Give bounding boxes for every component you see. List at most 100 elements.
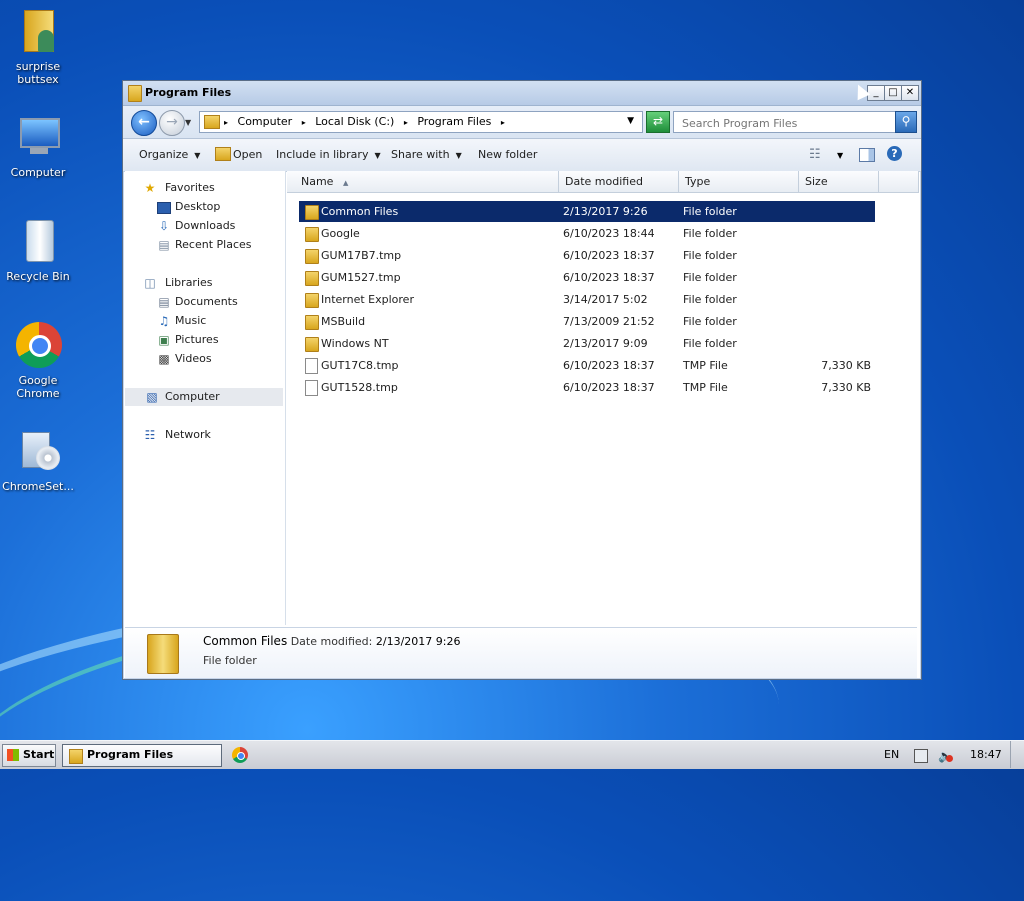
taskbar-item-program-files[interactable]: Program Files xyxy=(62,744,222,767)
chevron-right-icon[interactable]: ▸ xyxy=(302,118,306,127)
desktop-icon-recycle-bin[interactable]: Recycle Bin xyxy=(0,218,76,283)
file-type: File folder xyxy=(683,337,737,350)
show-desktop-button[interactable] xyxy=(1010,741,1023,768)
address-bar[interactable]: ▸ Computer ▸ Local Disk (C:) ▸ Program F… xyxy=(199,111,643,133)
file-row[interactable]: Common Files 2/13/2017 9:26 File folder xyxy=(299,201,875,222)
nav-libraries[interactable]: ◫ Libraries xyxy=(125,274,283,292)
desktop-icon-user-folder[interactable]: surprise buttsex xyxy=(0,8,76,86)
file-date: 6/10/2023 18:37 xyxy=(563,271,655,284)
preview-pane-icon[interactable] xyxy=(859,148,875,162)
file-name: Common Files xyxy=(321,205,399,218)
start-button[interactable]: Start xyxy=(2,744,56,767)
nav-label: Music xyxy=(175,314,207,327)
back-button[interactable]: ← xyxy=(131,110,157,136)
nav-recent-places[interactable]: ▤ Recent Places xyxy=(125,236,283,254)
folder-icon xyxy=(305,293,319,308)
include-in-library-label: Include in library xyxy=(276,148,369,161)
nav-downloads[interactable]: ⇩ Downloads xyxy=(125,217,283,235)
file-name: MSBuild xyxy=(321,315,366,328)
column-header-name[interactable]: Name ▲ xyxy=(287,171,559,193)
file-row[interactable]: GUT1528.tmp 6/10/2023 18:37 TMP File 7,3… xyxy=(299,377,875,398)
maximize-button[interactable]: □ xyxy=(884,85,902,101)
open-button[interactable]: Open xyxy=(233,148,262,161)
file-row[interactable]: Internet Explorer 3/14/2017 5:02 File fo… xyxy=(299,289,875,310)
folder-icon xyxy=(305,205,319,220)
folder-icon xyxy=(147,634,179,674)
recent-pages-dropdown[interactable]: ▼ xyxy=(185,118,191,127)
file-type: File folder xyxy=(683,205,737,218)
file-type: File folder xyxy=(683,293,737,306)
view-options-icon[interactable]: ☷ xyxy=(809,147,821,162)
file-row[interactable]: MSBuild 7/13/2009 21:52 File folder xyxy=(299,311,875,332)
forward-button[interactable]: → xyxy=(159,110,185,136)
file-row[interactable]: GUM17B7.tmp 6/10/2023 18:37 File folder xyxy=(299,245,875,266)
column-header-type[interactable]: Type xyxy=(679,171,799,193)
nav-videos[interactable]: ▩ Videos xyxy=(125,350,283,368)
file-list: Name ▲ Date modified Type Size Common Fi… xyxy=(287,171,919,625)
view-dropdown-icon[interactable]: ▼ xyxy=(837,151,843,160)
nav-label: Downloads xyxy=(175,219,236,232)
chevron-right-icon[interactable]: ▸ xyxy=(501,118,505,127)
nav-music[interactable]: ♫ Music xyxy=(125,312,283,330)
file-row[interactable]: GUT17C8.tmp 6/10/2023 18:37 TMP File 7,3… xyxy=(299,355,875,376)
chrome-icon[interactable] xyxy=(232,747,248,763)
file-type: TMP File xyxy=(683,359,728,372)
downloads-icon: ⇩ xyxy=(158,219,170,233)
new-folder-button[interactable]: New folder xyxy=(478,148,537,161)
share-with-button[interactable]: Share with ▼ xyxy=(391,148,462,161)
file-row[interactable]: Windows NT 2/13/2017 9:09 File folder xyxy=(299,333,875,354)
organize-button[interactable]: Organize ▼ xyxy=(139,148,200,161)
file-row[interactable]: Google 6/10/2023 18:44 File folder xyxy=(299,223,875,244)
computer-icon xyxy=(14,114,62,162)
nav-desktop[interactable]: Desktop xyxy=(125,198,283,216)
nav-favorites[interactable]: ★ Favorites xyxy=(125,179,283,197)
search-input[interactable] xyxy=(680,114,874,132)
breadcrumb-computer[interactable]: Computer xyxy=(238,115,293,128)
address-dropdown-icon[interactable]: ▼ xyxy=(627,116,634,126)
column-header-label: Name xyxy=(301,175,334,188)
column-header-date[interactable]: Date modified xyxy=(559,171,679,193)
recent-places-icon: ▤ xyxy=(158,238,170,252)
column-header-size[interactable]: Size xyxy=(799,171,879,193)
language-indicator[interactable]: EN xyxy=(884,748,899,761)
videos-icon: ▩ xyxy=(158,352,170,366)
file-type: File folder xyxy=(683,271,737,284)
file-date: 6/10/2023 18:44 xyxy=(563,227,655,240)
help-icon[interactable]: ? xyxy=(887,146,902,161)
organize-label: Organize xyxy=(139,148,189,161)
nav-computer[interactable]: ▧ Computer xyxy=(125,388,283,406)
file-name: Internet Explorer xyxy=(321,293,414,306)
nav-pictures[interactable]: ▣ Pictures xyxy=(125,331,283,349)
folder-icon xyxy=(204,115,220,129)
refresh-button[interactable]: ⇄ xyxy=(646,111,670,133)
nav-documents[interactable]: ▤ Documents xyxy=(125,293,283,311)
search-box[interactable] xyxy=(673,111,897,133)
search-icon[interactable]: ⚲ xyxy=(895,111,917,133)
include-in-library-button[interactable]: Include in library ▼ xyxy=(276,148,381,161)
file-date: 6/10/2023 18:37 xyxy=(563,381,655,394)
folder-icon xyxy=(305,337,319,352)
desktop-icon-chrome[interactable]: Google Chrome xyxy=(0,322,76,400)
nav-label: Videos xyxy=(175,352,212,365)
window-title: Program Files xyxy=(145,86,232,99)
desktop-icon-label: surprise buttsex xyxy=(15,60,61,86)
desktop-icon-chromesetup[interactable]: ChromeSet... xyxy=(0,428,76,493)
breadcrumb-local-disk[interactable]: Local Disk (C:) xyxy=(315,115,394,128)
action-center-icon[interactable] xyxy=(914,749,928,763)
desktop-icon-label: ChromeSet... xyxy=(2,480,74,493)
file-row[interactable]: GUM1527.tmp 6/10/2023 18:37 File folder xyxy=(299,267,875,288)
file-date: 2/13/2017 9:09 xyxy=(563,337,648,350)
desktop-icon-computer[interactable]: Computer xyxy=(0,114,76,179)
title-bar[interactable]: Program Files _ □ ✕ xyxy=(123,81,921,106)
close-button[interactable]: ✕ xyxy=(901,85,919,101)
nav-network[interactable]: ☷ Network xyxy=(125,426,283,444)
taskbar: Start Program Files EN 🔈 18:47 xyxy=(0,740,1024,769)
nav-label: Computer xyxy=(165,390,220,403)
chevron-right-icon[interactable]: ▸ xyxy=(224,118,228,127)
nav-label: Network xyxy=(165,428,211,441)
breadcrumb-program-files[interactable]: Program Files xyxy=(417,115,491,128)
chevron-right-icon[interactable]: ▸ xyxy=(404,118,408,127)
file-type: File folder xyxy=(683,227,737,240)
clock[interactable]: 18:47 xyxy=(970,748,1002,761)
recycle-bin-icon xyxy=(14,218,62,266)
